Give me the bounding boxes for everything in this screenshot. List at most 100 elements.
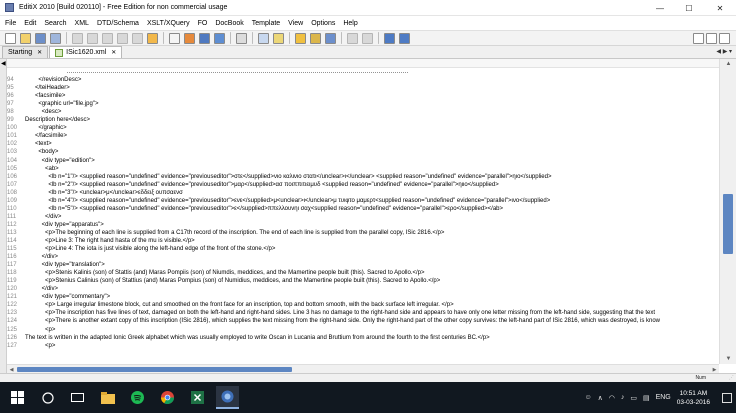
menu-dtd-schema[interactable]: DTD/Schema bbox=[97, 20, 139, 27]
volume-icon[interactable]: ♪ bbox=[621, 394, 625, 401]
code-line[interactable]: 114 <p>Line 3: The right hand hasta of t… bbox=[7, 237, 719, 245]
task-view-icon[interactable] bbox=[66, 386, 89, 409]
horizontal-scroll-thumb[interactable] bbox=[17, 367, 292, 372]
save-all-icon[interactable] bbox=[50, 32, 61, 44]
menu-view[interactable]: View bbox=[288, 20, 303, 27]
open-folder-icon[interactable] bbox=[20, 32, 31, 44]
cut-icon[interactable] bbox=[102, 32, 113, 44]
layout-icon[interactable] bbox=[706, 33, 717, 44]
wifi-icon[interactable]: ◠ bbox=[609, 394, 615, 402]
close-icon[interactable]: ✕ bbox=[111, 49, 116, 56]
code-line[interactable]: 117 <div type="translation"> bbox=[7, 261, 719, 269]
code-line[interactable]: 98 <desc> bbox=[7, 108, 719, 116]
show-hidden-icons-icon[interactable]: ∧ bbox=[598, 394, 603, 402]
code-line[interactable]: 107 <lb n="2"/> <supplied reason="undefi… bbox=[7, 181, 719, 189]
menu-file[interactable]: File bbox=[5, 20, 16, 27]
check-icon[interactable] bbox=[184, 32, 195, 44]
forward-arrow-icon[interactable] bbox=[362, 32, 373, 44]
menu-xslt-xquery[interactable]: XSLT/XQuery bbox=[147, 20, 190, 27]
close-button[interactable]: ✕ bbox=[706, 0, 734, 16]
tabs-navigation[interactable]: ◀ ▶ ▾ bbox=[716, 48, 732, 55]
code-line[interactable]: 118 <p>Stenis Kalinis (son) of Stattis (… bbox=[7, 269, 719, 277]
find-icon[interactable] bbox=[147, 32, 158, 44]
code-line[interactable]: 95 </teiHeader> bbox=[7, 84, 719, 92]
language-indicator[interactable]: ENG bbox=[656, 394, 671, 401]
code-line[interactable]: 125 <p> bbox=[7, 326, 719, 334]
tab-isic1620-xml[interactable]: ISic1620.xml ✕ bbox=[49, 46, 123, 58]
chrome-icon[interactable] bbox=[156, 386, 179, 409]
vertical-scrollbar[interactable]: ▲ ▼ bbox=[719, 59, 736, 364]
search-icon[interactable] bbox=[36, 386, 59, 409]
keyboard-icon[interactable]: ▤ bbox=[643, 394, 650, 402]
clock[interactable]: 10:51 AM 03-03-2016 bbox=[677, 389, 710, 407]
xml-editor[interactable]: …………………………………………………………………………………………………………… bbox=[7, 59, 719, 364]
code-line[interactable]: 101 </facsimile> bbox=[7, 132, 719, 140]
code-line[interactable]: 97 <graphic url="file.jpg"> bbox=[7, 100, 719, 108]
code-line[interactable]: 120 </div> bbox=[7, 285, 719, 293]
code-line[interactable]: …………………………………………………………………………………………………………… bbox=[7, 68, 719, 76]
code-line[interactable]: 99 Description here</desc> bbox=[7, 116, 719, 124]
spotify-icon[interactable] bbox=[126, 386, 149, 409]
people-icon[interactable]: ☺ bbox=[584, 394, 591, 401]
code-line[interactable]: 119 <p>Stenius Calinius (son) of Stattiu… bbox=[7, 277, 719, 285]
code-line[interactable]: 126 The text is written in the adapted Io… bbox=[7, 334, 719, 342]
new-file-icon[interactable] bbox=[5, 32, 16, 44]
code-line[interactable]: 110 <lb n="5"/> <supplied reason="undefi… bbox=[7, 205, 719, 213]
vertical-scroll-thumb[interactable] bbox=[723, 194, 733, 254]
menu-xml[interactable]: XML bbox=[75, 20, 89, 27]
layout-icon[interactable] bbox=[693, 33, 704, 44]
code-line[interactable]: 115 <p>Line 4: The iota is just visible … bbox=[7, 245, 719, 253]
code-line[interactable]: 100 </graphic> bbox=[7, 124, 719, 132]
back-arrow-icon[interactable] bbox=[347, 32, 358, 44]
code-line[interactable]: 127 <p> bbox=[7, 342, 719, 350]
format-icon[interactable] bbox=[169, 32, 180, 44]
battery-icon[interactable]: ▭ bbox=[630, 394, 637, 402]
scroll-up-icon[interactable]: ▲ bbox=[720, 59, 736, 69]
save-icon[interactable] bbox=[35, 32, 46, 44]
code-line[interactable]: 123 <p>The inscription has five lines of… bbox=[7, 309, 719, 317]
code-line[interactable]: 113 <p>The beginning of each line is sup… bbox=[7, 229, 719, 237]
xpath-icon[interactable] bbox=[258, 32, 269, 44]
editix-icon[interactable] bbox=[216, 386, 239, 409]
split-horizontal-icon[interactable] bbox=[384, 32, 395, 44]
tab-starting[interactable]: Starting ✕ bbox=[2, 46, 49, 58]
code-line[interactable]: 121 <div type="commentary"> bbox=[7, 293, 719, 301]
menu-fo[interactable]: FO bbox=[198, 20, 208, 27]
code-line[interactable]: 94 </revisionDesc> bbox=[7, 76, 719, 84]
excel-icon[interactable] bbox=[186, 386, 209, 409]
resize-grip-icon[interactable]: ⋰ bbox=[729, 375, 734, 381]
horizontal-scrollbar[interactable]: ◀ ▶ bbox=[7, 364, 719, 373]
redo-icon[interactable] bbox=[87, 32, 98, 44]
undo-icon[interactable] bbox=[72, 32, 83, 44]
minimize-button[interactable]: — bbox=[646, 0, 674, 16]
paste-icon[interactable] bbox=[132, 32, 143, 44]
code-line[interactable]: 116 </div> bbox=[7, 253, 719, 261]
tree-view-icon[interactable] bbox=[236, 32, 247, 44]
file-explorer-icon[interactable] bbox=[96, 386, 119, 409]
transform-icon[interactable] bbox=[214, 32, 225, 44]
layout-icon[interactable] bbox=[719, 33, 730, 44]
bookmark-icon[interactable] bbox=[310, 32, 321, 44]
maximize-button[interactable]: ☐ bbox=[675, 0, 703, 16]
key-icon[interactable] bbox=[295, 32, 306, 44]
split-vertical-icon[interactable] bbox=[399, 32, 410, 44]
preview-icon[interactable] bbox=[273, 32, 284, 44]
code-line[interactable]: 111 </div> bbox=[7, 213, 719, 221]
menu-options[interactable]: Options bbox=[311, 20, 335, 27]
scroll-down-icon[interactable]: ▼ bbox=[720, 354, 736, 364]
code-line[interactable]: 124 <p>There is another extant copy of t… bbox=[7, 317, 719, 325]
menu-docbook[interactable]: DocBook bbox=[215, 20, 243, 27]
code-line[interactable]: 103 <body> bbox=[7, 148, 719, 156]
code-lines[interactable]: …………………………………………………………………………………………………………… bbox=[7, 68, 719, 350]
menu-help[interactable]: Help bbox=[343, 20, 357, 27]
help-icon[interactable] bbox=[325, 32, 336, 44]
code-line[interactable]: 104 <div type="edition"> bbox=[7, 157, 719, 165]
code-line[interactable]: 112 <div type="apparatus"> bbox=[7, 221, 719, 229]
copy-icon[interactable] bbox=[117, 32, 128, 44]
menu-search[interactable]: Search bbox=[44, 20, 66, 27]
menu-template[interactable]: Template bbox=[252, 20, 280, 27]
close-icon[interactable]: ✕ bbox=[37, 49, 42, 56]
code-line[interactable]: 108 <lb n="3"/> <unclear>μ</unclear>εδδε… bbox=[7, 189, 719, 197]
menu-edit[interactable]: Edit bbox=[24, 20, 36, 27]
code-line[interactable]: 102 <text> bbox=[7, 140, 719, 148]
